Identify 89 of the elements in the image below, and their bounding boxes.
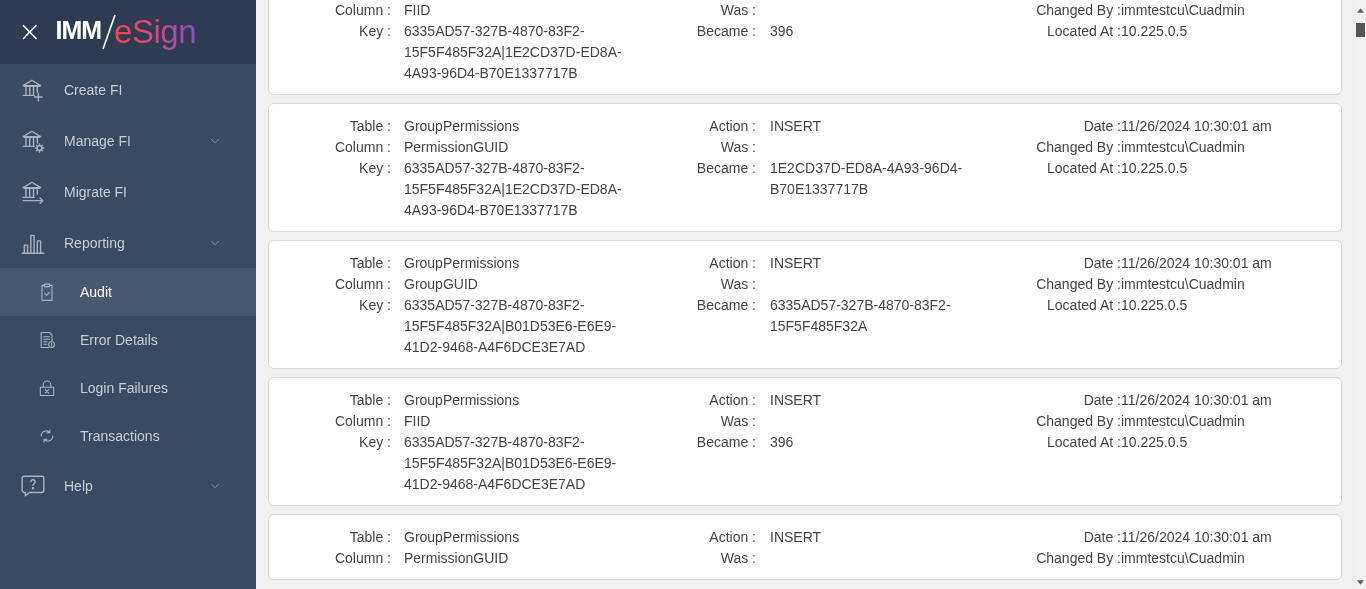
scrollbar-thumb[interactable] (1356, 23, 1365, 37)
field-value: 6335AD57-327B-4870-83F2-15F5F485F32A (770, 296, 952, 336)
field-value: 10.225.0.5 (1121, 159, 1189, 178)
field-value: PermissionGUID (404, 138, 510, 157)
field-label: Was : (719, 138, 756, 157)
field-label: Table : (348, 528, 391, 547)
field-label: Key : (358, 159, 391, 178)
field-value: 396 (770, 22, 795, 41)
field-label: Changed By : (1035, 1, 1121, 20)
field-label: Located At : (1046, 159, 1121, 178)
field-value: immtestcu\Cuadmin (1121, 275, 1246, 294)
field-label: Located At : (1046, 296, 1121, 315)
close-button[interactable]: × (14, 18, 46, 46)
field-value: immtestcu\Cuadmin (1121, 412, 1246, 431)
field-value: GroupPermissions (404, 391, 521, 410)
field-value: FIID (404, 1, 432, 20)
field-label: Was : (719, 549, 756, 568)
field-label: Action : (708, 391, 756, 410)
field-label: Date : (1082, 117, 1121, 136)
submenu-item[interactable]: Audit (0, 268, 256, 316)
field-value: 6335AD57-327B-4870-83F2-15F5F485F32A|B01D53E6-E6E9-41D2-9468-A4F6DCE3E7AD (404, 433, 618, 494)
field-value: GroupGUID (404, 275, 479, 294)
field-value: 11/26/2024 10:30:01 am (1121, 117, 1273, 136)
field-label: Changed By : (1035, 412, 1121, 431)
field-value: immtestcu\Cuadmin (1121, 549, 1246, 568)
field-value: GroupPermissions (404, 528, 521, 547)
field-value: INSERT (770, 391, 823, 410)
field-label: Date : (1082, 528, 1121, 547)
field-value: 11/26/2024 10:30:01 am (1121, 391, 1273, 410)
field-label: Table : (348, 254, 391, 273)
field-label: Key : (358, 296, 391, 315)
field-value: immtestcu\Cuadmin (1121, 138, 1246, 157)
field-label: Key : (358, 433, 391, 452)
field-value: 396 (770, 433, 795, 452)
field-label: Was : (719, 275, 756, 294)
field-value: 6335AD57-327B-4870-83F2-15F5F485F32A|B01D53E6-E6E9-41D2-9468-A4F6DCE3E7AD (404, 296, 618, 357)
field-value: GroupPermissions (404, 117, 521, 136)
field-label: Action : (708, 528, 756, 547)
field-label: Changed By : (1035, 549, 1121, 568)
scrollbar[interactable] (1355, 0, 1366, 589)
field-label: Column : (333, 549, 391, 568)
field-value: 6335AD57-327B-4870-83F2-15F5F485F32A|1E2CD37D-ED8A-4A93-96D4-B70E1337717B (404, 22, 623, 83)
scroll-up-icon[interactable] (1357, 8, 1364, 13)
padlock-x-icon (37, 378, 57, 398)
field-value: GroupPermissions (404, 254, 521, 273)
field-value: 11/26/2024 10:30:01 am (1121, 254, 1273, 273)
field-label: Became : (695, 296, 756, 315)
menu-item[interactable]: Manage FI (0, 115, 256, 166)
menu-item[interactable]: Help (0, 460, 256, 511)
menu-item[interactable]: Migrate FI (0, 166, 256, 217)
field-value: 10.225.0.5 (1121, 22, 1189, 41)
field-value: INSERT (770, 254, 823, 273)
field-label: Was : (719, 1, 756, 20)
field-value: FIID (404, 412, 432, 431)
field-label: Became : (695, 433, 756, 452)
field-label: Column : (333, 1, 391, 20)
field-value: INSERT (770, 528, 823, 547)
field-label: Table : (348, 117, 391, 136)
field-value: 10.225.0.5 (1121, 433, 1189, 452)
scroll-down-icon[interactable] (1357, 580, 1364, 585)
field-value: 10.225.0.5 (1121, 296, 1189, 315)
submenu-item[interactable]: Error Details (0, 316, 256, 364)
menu-item[interactable]: Create FI (0, 64, 256, 115)
field-label: Changed By : (1035, 138, 1121, 157)
field-value: INSERT (770, 117, 823, 136)
submenu-item[interactable]: Transactions (0, 412, 256, 460)
field-label: Located At : (1046, 433, 1121, 452)
menu-item[interactable]: Reporting (0, 217, 256, 268)
field-label: Column : (333, 138, 391, 157)
field-label: Table : (348, 391, 391, 410)
field-label: Action : (708, 117, 756, 136)
field-value: immtestcu\Cuadmin (1121, 1, 1246, 20)
field-label: Column : (333, 412, 391, 431)
field-label: Changed By : (1035, 275, 1121, 294)
field-label: Became : (695, 22, 756, 41)
field-label: Date : (1082, 254, 1121, 273)
submenu-item[interactable]: Login Failures (0, 364, 256, 412)
field-label: Located At : (1046, 22, 1121, 41)
field-value: 1E2CD37D-ED8A-4A93-96D4-B70E1337717B (770, 159, 964, 199)
field-label: Date : (1082, 391, 1121, 410)
field-value: 11/26/2024 10:30:01 am (1121, 528, 1273, 547)
field-label: Action : (708, 254, 756, 273)
field-label: Became : (695, 159, 756, 178)
field-value: PermissionGUID (404, 549, 510, 568)
field-label: Key : (358, 22, 391, 41)
field-label: Column : (333, 275, 391, 294)
logo: IMM eSign (55, 12, 196, 52)
field-label: Was : (719, 412, 756, 431)
field-value: 6335AD57-327B-4870-83F2-15F5F485F32A|1E2CD37D-ED8A-4A93-96D4-B70E1337717B (404, 159, 623, 220)
